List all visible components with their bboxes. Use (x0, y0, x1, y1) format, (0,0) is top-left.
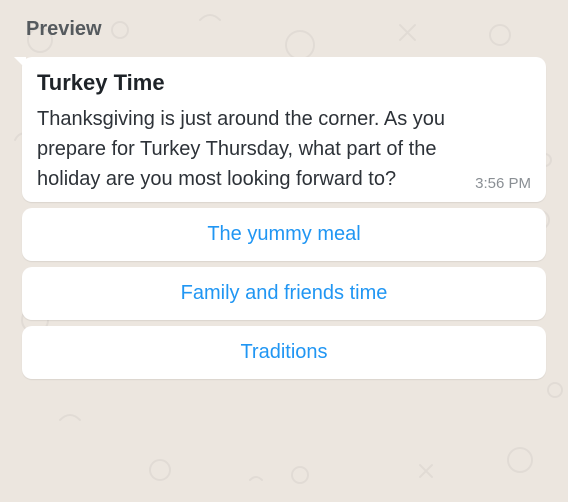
preview-heading: Preview (26, 18, 546, 41)
message-bubble: Turkey Time Thanksgiving is just around … (22, 57, 546, 202)
bubble-tail (14, 57, 30, 73)
quick-reply-option-1[interactable]: The yummy meal (22, 208, 546, 261)
quick-reply-option-2[interactable]: Family and friends time (22, 267, 546, 320)
quick-reply-option-3[interactable]: Traditions (22, 326, 546, 379)
message-timestamp: 3:56 PM (475, 175, 531, 194)
message-body: Thanksgiving is just around the corner. … (37, 104, 465, 194)
message-title: Turkey Time (37, 70, 531, 96)
